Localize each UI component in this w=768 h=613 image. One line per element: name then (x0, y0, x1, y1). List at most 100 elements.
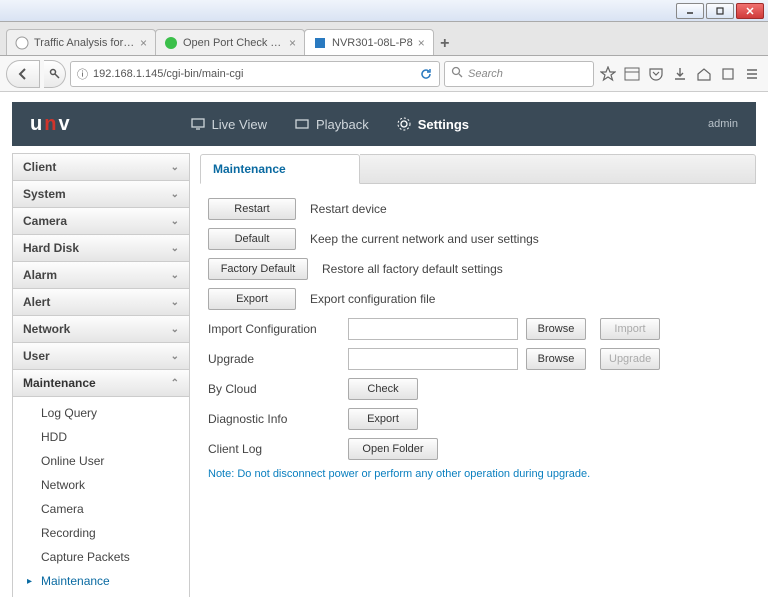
sidebar-section-alert[interactable]: Alert⌄ (12, 288, 190, 316)
tab-close-icon[interactable]: × (289, 36, 296, 50)
playback-icon (295, 117, 309, 131)
chevron-down-icon: ⌄ (171, 243, 179, 254)
browse-import-button[interactable]: Browse (526, 318, 586, 340)
sidebar-submenu: Log Query HDD Online User Network Camera… (12, 397, 190, 597)
nav-playback[interactable]: Playback (295, 117, 369, 132)
tab-maintenance[interactable]: Maintenance (200, 154, 360, 184)
maintenance-form: Restart Restart device Default Keep the … (200, 184, 756, 494)
import-button[interactable]: Import (600, 318, 660, 340)
sidebar-item-network[interactable]: Network (13, 473, 189, 497)
monitor-icon (191, 117, 205, 131)
info-icon: ⓘ (77, 66, 88, 82)
sidebar-section-network[interactable]: Network⌄ (12, 315, 190, 343)
default-description: Keep the current network and user settin… (310, 232, 539, 246)
factory-description: Restore all factory default settings (322, 262, 503, 276)
panel-tabs: Maintenance (200, 154, 756, 184)
tab-title: NVR301-08L-P8 (332, 37, 413, 49)
clientlog-label: Client Log (208, 442, 348, 456)
upgrade-label: Upgrade (208, 352, 348, 366)
search-icon (451, 66, 463, 81)
sidebar-section-client[interactable]: Client⌄ (12, 153, 190, 181)
chevron-down-icon: ⌄ (171, 189, 179, 200)
open-folder-button[interactable]: Open Folder (348, 438, 438, 460)
sidebar: Client⌄ System⌄ Camera⌄ Hard Disk⌄ Alarm… (12, 154, 190, 597)
chevron-down-icon: ⌄ (171, 297, 179, 308)
upgrade-button[interactable]: Upgrade (600, 348, 660, 370)
restart-button[interactable]: Restart (208, 198, 296, 220)
window-close-button[interactable] (736, 3, 764, 19)
nav-live-view[interactable]: Live View (191, 117, 267, 132)
upgrade-warning-note: Note: Do not disconnect power or perform… (208, 468, 748, 480)
export-description: Export configuration file (310, 292, 435, 306)
app-header: unv Live View Playback Settings admin (12, 102, 756, 146)
chevron-down-icon: ⌄ (171, 324, 179, 335)
sidebar-item-capture[interactable]: Capture Packets (13, 545, 189, 569)
sidebar-item-recording[interactable]: Recording (13, 521, 189, 545)
favicon-icon (313, 36, 327, 50)
search-box[interactable]: Search (444, 61, 594, 87)
import-config-label: Import Configuration (208, 322, 348, 336)
upgrade-field[interactable] (348, 348, 518, 370)
tab-close-icon[interactable]: × (418, 36, 425, 50)
url-bar[interactable]: ⓘ 192.168.1.145/cgi-bin/main-cgi (70, 61, 440, 87)
sidebar-section-camera[interactable]: Camera⌄ (12, 207, 190, 235)
pocket-icon[interactable] (646, 64, 666, 84)
reload-icon[interactable] (419, 67, 433, 81)
export-diagnostic-button[interactable]: Export (348, 408, 418, 430)
favicon-icon (164, 36, 178, 50)
nav-label: Settings (418, 117, 469, 132)
sidebar-section-maintenance[interactable]: Maintenance⌃ (12, 369, 190, 397)
sidebar-item-hdd[interactable]: HDD (13, 425, 189, 449)
sidebar-item-maintenance[interactable]: Maintenance (13, 569, 189, 593)
sidebar-section-harddisk[interactable]: Hard Disk⌄ (12, 234, 190, 262)
tab-title: Traffic Analysis for 2 - SonicW… (34, 37, 135, 49)
identity-button[interactable] (44, 60, 66, 88)
factory-default-button[interactable]: Factory Default (208, 258, 308, 280)
browser-tab[interactable]: Traffic Analysis for 2 - SonicW… × (6, 29, 156, 55)
url-text: 192.168.1.145/cgi-bin/main-cgi (93, 68, 243, 80)
gear-icon (397, 117, 411, 131)
import-config-field[interactable] (348, 318, 518, 340)
tab-title: Open Port Check Tool - Te… (183, 37, 284, 49)
chevron-down-icon: ⌄ (171, 216, 179, 227)
window-minimize-button[interactable] (676, 3, 704, 19)
browse-upgrade-button[interactable]: Browse (526, 348, 586, 370)
downloads-icon[interactable] (670, 64, 690, 84)
chevron-down-icon: ⌄ (171, 162, 179, 173)
sidebar-section-system[interactable]: System⌄ (12, 180, 190, 208)
search-placeholder: Search (468, 68, 503, 80)
browser-toolbar: ⓘ 192.168.1.145/cgi-bin/main-cgi Search (0, 56, 768, 92)
tab-spacer (360, 154, 756, 184)
sidebar-section-user[interactable]: User⌄ (12, 342, 190, 370)
new-tab-button[interactable]: + (433, 33, 457, 55)
chevron-down-icon: ⌄ (171, 270, 179, 281)
bookmark-icon[interactable] (598, 64, 618, 84)
default-button[interactable]: Default (208, 228, 296, 250)
tab-close-icon[interactable]: × (140, 36, 147, 50)
window-maximize-button[interactable] (706, 3, 734, 19)
check-cloud-button[interactable]: Check (348, 378, 418, 400)
nav-settings[interactable]: Settings (397, 117, 469, 132)
chevron-up-icon: ⌃ (171, 378, 179, 389)
bycloud-label: By Cloud (208, 382, 348, 396)
chevron-down-icon: ⌄ (171, 351, 179, 362)
menu-icon[interactable] (742, 64, 762, 84)
sidebar-icon[interactable] (622, 64, 642, 84)
browser-tab[interactable]: Open Port Check Tool - Te… × (155, 29, 305, 55)
page-content: unv Live View Playback Settings admin Cl… (0, 92, 768, 613)
nav-label: Live View (212, 117, 267, 132)
logo: unv (30, 113, 71, 136)
nav-label: Playback (316, 117, 369, 132)
back-button[interactable] (6, 60, 40, 88)
export-config-button[interactable]: Export (208, 288, 296, 310)
home-icon[interactable] (694, 64, 714, 84)
sidebar-item-onlineuser[interactable]: Online User (13, 449, 189, 473)
sync-icon[interactable] (718, 64, 738, 84)
favicon-icon (15, 36, 29, 50)
browser-tabstrip: Traffic Analysis for 2 - SonicW… × Open … (0, 22, 768, 56)
sidebar-item-camera[interactable]: Camera (13, 497, 189, 521)
sidebar-item-logquery[interactable]: Log Query (13, 401, 189, 425)
browser-tab[interactable]: NVR301-08L-P8 × (304, 29, 434, 55)
sidebar-section-alarm[interactable]: Alarm⌄ (12, 261, 190, 289)
current-user[interactable]: admin (708, 118, 738, 130)
